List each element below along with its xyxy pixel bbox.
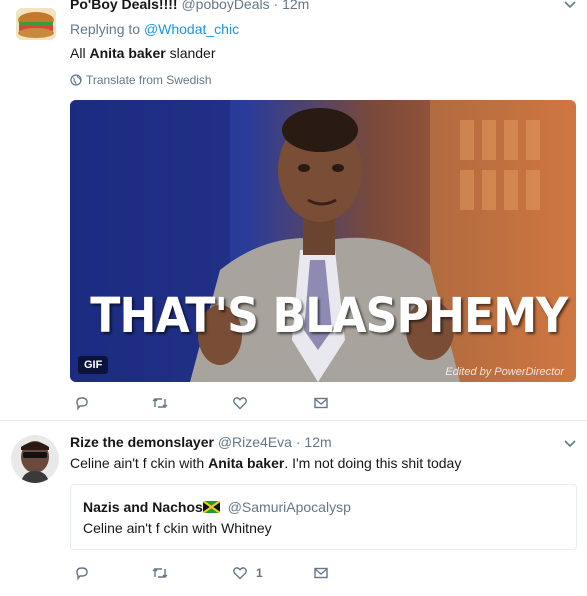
avatar[interactable]	[11, 435, 59, 483]
message-button[interactable]	[313, 565, 329, 581]
retweet-icon	[152, 568, 168, 578]
envelope-icon	[314, 397, 328, 409]
heart-icon	[233, 567, 247, 580]
chevron-down-icon[interactable]	[563, 439, 577, 449]
quoted-user-handle: @SamuriApocalysp	[227, 499, 351, 515]
reply-button[interactable]	[74, 395, 98, 411]
gif-badge: GIF	[78, 356, 109, 374]
quoted-tweet-text: Celine ain't f ckin with Whitney	[83, 520, 272, 536]
user-handle[interactable]: @poboyDeals	[181, 0, 269, 12]
tweet-actions: 1	[70, 565, 370, 585]
quoted-display-name: Nazis and Nachos	[83, 499, 203, 515]
reply-icon	[76, 567, 88, 581]
envelope-icon	[314, 567, 328, 579]
reply-button[interactable]	[74, 565, 98, 581]
chevron-down-icon[interactable]	[563, 0, 577, 10]
tweet-text: All Anita baker slander	[70, 45, 216, 61]
tweet[interactable]: Po'Boy Deals!!!! @poboyDeals · 12m Reply…	[0, 0, 587, 420]
globe-icon	[70, 74, 82, 86]
retweet-button[interactable]	[151, 565, 177, 581]
gif-media[interactable]: THAT'S BLASPHEMY GIF Edited by PowerDire…	[70, 100, 576, 382]
display-name[interactable]: Po'Boy Deals!!!!	[70, 0, 178, 12]
avatar[interactable]	[16, 8, 56, 40]
retweet-button[interactable]	[151, 395, 177, 411]
translate-link[interactable]: Translate from Swedish	[70, 73, 212, 87]
quoted-tweet[interactable]: Nazis and Nachos @SamuriApocalysp Celine…	[70, 484, 577, 550]
timestamp[interactable]: · 12m	[296, 434, 332, 450]
user-handle[interactable]: @Rize4Eva	[218, 434, 292, 450]
tweet-text: Celine ain't f ckin with Anita baker. I'…	[70, 455, 462, 471]
retweet-icon	[152, 398, 168, 408]
watermark: Edited by PowerDirector	[445, 366, 564, 378]
gif-caption: THAT'S BLASPHEMY	[90, 288, 568, 344]
reply-icon	[76, 397, 88, 411]
highlight-text: Anita baker	[89, 45, 166, 61]
message-button[interactable]	[313, 395, 329, 411]
like-button[interactable]	[232, 395, 256, 411]
like-count: 1	[256, 566, 263, 580]
tweet[interactable]: Rize the demonslayer @Rize4Eva · 12m Cel…	[0, 421, 587, 596]
mention-link[interactable]: @Whodat_chic	[144, 21, 239, 37]
jamaica-flag-icon	[202, 501, 220, 513]
like-button[interactable]: 1	[232, 565, 263, 581]
replying-to: Replying to @Whodat_chic	[70, 21, 240, 37]
heart-icon	[233, 397, 247, 410]
timestamp[interactable]: · 12m	[274, 0, 310, 12]
highlight-text: Anita baker	[208, 455, 285, 471]
tweet-actions	[70, 395, 370, 415]
display-name[interactable]: Rize the demonslayer	[70, 434, 214, 450]
